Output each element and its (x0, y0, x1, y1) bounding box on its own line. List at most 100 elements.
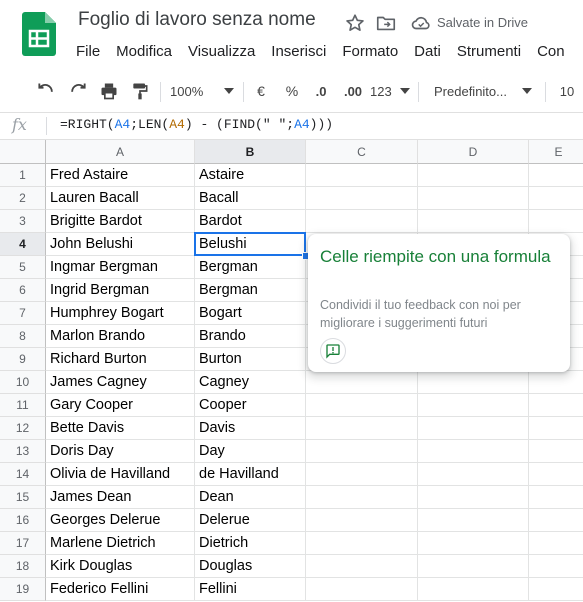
cell-b8[interactable]: Brando (195, 325, 306, 348)
zoom-select[interactable]: 100% (170, 80, 234, 102)
cell-b5[interactable]: Bergman (195, 256, 306, 279)
menu-edit[interactable]: Modifica (116, 43, 180, 63)
row-header[interactable]: 17 (0, 532, 46, 555)
row-header[interactable]: 3 (0, 210, 46, 233)
cell-a7[interactable]: Humphrey Bogart (46, 302, 195, 325)
row-header[interactable]: 8 (0, 325, 46, 348)
cell-d16[interactable] (418, 509, 529, 532)
cell-d10[interactable] (418, 371, 529, 394)
column-header-a[interactable]: A (46, 140, 195, 164)
cell-a10[interactable]: James Cagney (46, 371, 195, 394)
cell-d2[interactable] (418, 187, 529, 210)
cell-e13[interactable] (529, 440, 583, 463)
cell-b17[interactable]: Dietrich (195, 532, 306, 555)
menu-view[interactable]: Visualizza (188, 43, 263, 63)
cell-e10[interactable] (529, 371, 583, 394)
decrease-decimal-button[interactable]: .0 (310, 80, 332, 102)
row-header[interactable]: 19 (0, 578, 46, 601)
sheets-logo-icon[interactable] (22, 12, 56, 56)
increase-decimal-button[interactable]: .00 (340, 80, 366, 102)
cell-a1[interactable]: Fred Astaire (46, 164, 195, 187)
cell-a3[interactable]: Brigitte Bardot (46, 210, 195, 233)
cell-d18[interactable] (418, 555, 529, 578)
cell-b9[interactable]: Burton (195, 348, 306, 371)
menu-insert[interactable]: Inserisci (271, 43, 334, 63)
cell-e2[interactable] (529, 187, 583, 210)
cell-a14[interactable]: Olivia de Havilland (46, 463, 195, 486)
paint-format-icon[interactable] (128, 80, 152, 102)
cell-e15[interactable] (529, 486, 583, 509)
cell-e12[interactable] (529, 417, 583, 440)
column-header-c[interactable]: C (306, 140, 418, 164)
cell-e18[interactable] (529, 555, 583, 578)
row-header[interactable]: 14 (0, 463, 46, 486)
cell-b11[interactable]: Cooper (195, 394, 306, 417)
cell-e16[interactable] (529, 509, 583, 532)
star-icon[interactable] (344, 12, 366, 34)
cell-d14[interactable] (418, 463, 529, 486)
cell-b14[interactable]: de Havilland (195, 463, 306, 486)
cell-e11[interactable] (529, 394, 583, 417)
cell-c10[interactable] (306, 371, 418, 394)
cell-a18[interactable]: Kirk Douglas (46, 555, 195, 578)
row-header[interactable]: 18 (0, 555, 46, 578)
cell-a17[interactable]: Marlene Dietrich (46, 532, 195, 555)
document-title[interactable]: Foglio di lavoro senza nome (78, 9, 316, 31)
cell-a4[interactable]: John Belushi (46, 233, 195, 256)
cell-d3[interactable] (418, 210, 529, 233)
font-size-input[interactable]: 10 (556, 80, 578, 102)
cell-a12[interactable]: Bette Davis (46, 417, 195, 440)
menu-data[interactable]: Dati (414, 43, 449, 63)
cell-b2[interactable]: Bacall (195, 187, 306, 210)
row-header[interactable]: 2 (0, 187, 46, 210)
cell-e1[interactable] (529, 164, 583, 187)
cell-b13[interactable]: Day (195, 440, 306, 463)
menu-extensions[interactable]: Con (537, 43, 573, 63)
cell-b16[interactable]: Delerue (195, 509, 306, 532)
cell-b10[interactable]: Cagney (195, 371, 306, 394)
cell-d15[interactable] (418, 486, 529, 509)
cell-a16[interactable]: Georges Delerue (46, 509, 195, 532)
cell-e17[interactable] (529, 532, 583, 555)
cell-c15[interactable] (306, 486, 418, 509)
menu-file[interactable]: File (76, 43, 108, 63)
redo-icon[interactable] (66, 80, 90, 102)
cell-a11[interactable]: Gary Cooper (46, 394, 195, 417)
cell-e19[interactable] (529, 578, 583, 601)
percent-format-button[interactable]: % (283, 80, 301, 102)
row-header[interactable]: 9 (0, 348, 46, 371)
feedback-button[interactable] (320, 338, 346, 364)
select-all-corner[interactable] (0, 140, 46, 164)
cell-a2[interactable]: Lauren Bacall (46, 187, 195, 210)
column-header-d[interactable]: D (418, 140, 529, 164)
cell-a5[interactable]: Ingmar Bergman (46, 256, 195, 279)
cell-b1[interactable]: Astaire (195, 164, 306, 187)
cell-b6[interactable]: Bergman (195, 279, 306, 302)
undo-icon[interactable] (34, 80, 58, 102)
font-select[interactable]: Predefinito... (434, 80, 532, 102)
cell-c1[interactable] (306, 164, 418, 187)
row-header[interactable]: 5 (0, 256, 46, 279)
row-header[interactable]: 11 (0, 394, 46, 417)
formula-input[interactable]: =RIGHT(A4;LEN(A4) - (FIND(" ";A4))) (60, 117, 333, 132)
cell-c13[interactable] (306, 440, 418, 463)
cell-c19[interactable] (306, 578, 418, 601)
cell-d11[interactable] (418, 394, 529, 417)
cell-c11[interactable] (306, 394, 418, 417)
column-header-e[interactable]: E (529, 140, 583, 164)
cell-d19[interactable] (418, 578, 529, 601)
row-header[interactable]: 4 (0, 233, 46, 256)
cell-a15[interactable]: James Dean (46, 486, 195, 509)
save-status[interactable]: Salvate in Drive (437, 15, 528, 30)
cell-d12[interactable] (418, 417, 529, 440)
cell-b4[interactable]: Belushi (195, 233, 306, 256)
cell-e3[interactable] (529, 210, 583, 233)
row-header[interactable]: 10 (0, 371, 46, 394)
row-header[interactable]: 16 (0, 509, 46, 532)
move-to-folder-icon[interactable] (375, 12, 397, 34)
number-format-select[interactable]: 123 (370, 80, 410, 102)
column-header-b[interactable]: B (195, 140, 306, 164)
cell-a13[interactable]: Doris Day (46, 440, 195, 463)
cell-a19[interactable]: Federico Fellini (46, 578, 195, 601)
cell-b3[interactable]: Bardot (195, 210, 306, 233)
